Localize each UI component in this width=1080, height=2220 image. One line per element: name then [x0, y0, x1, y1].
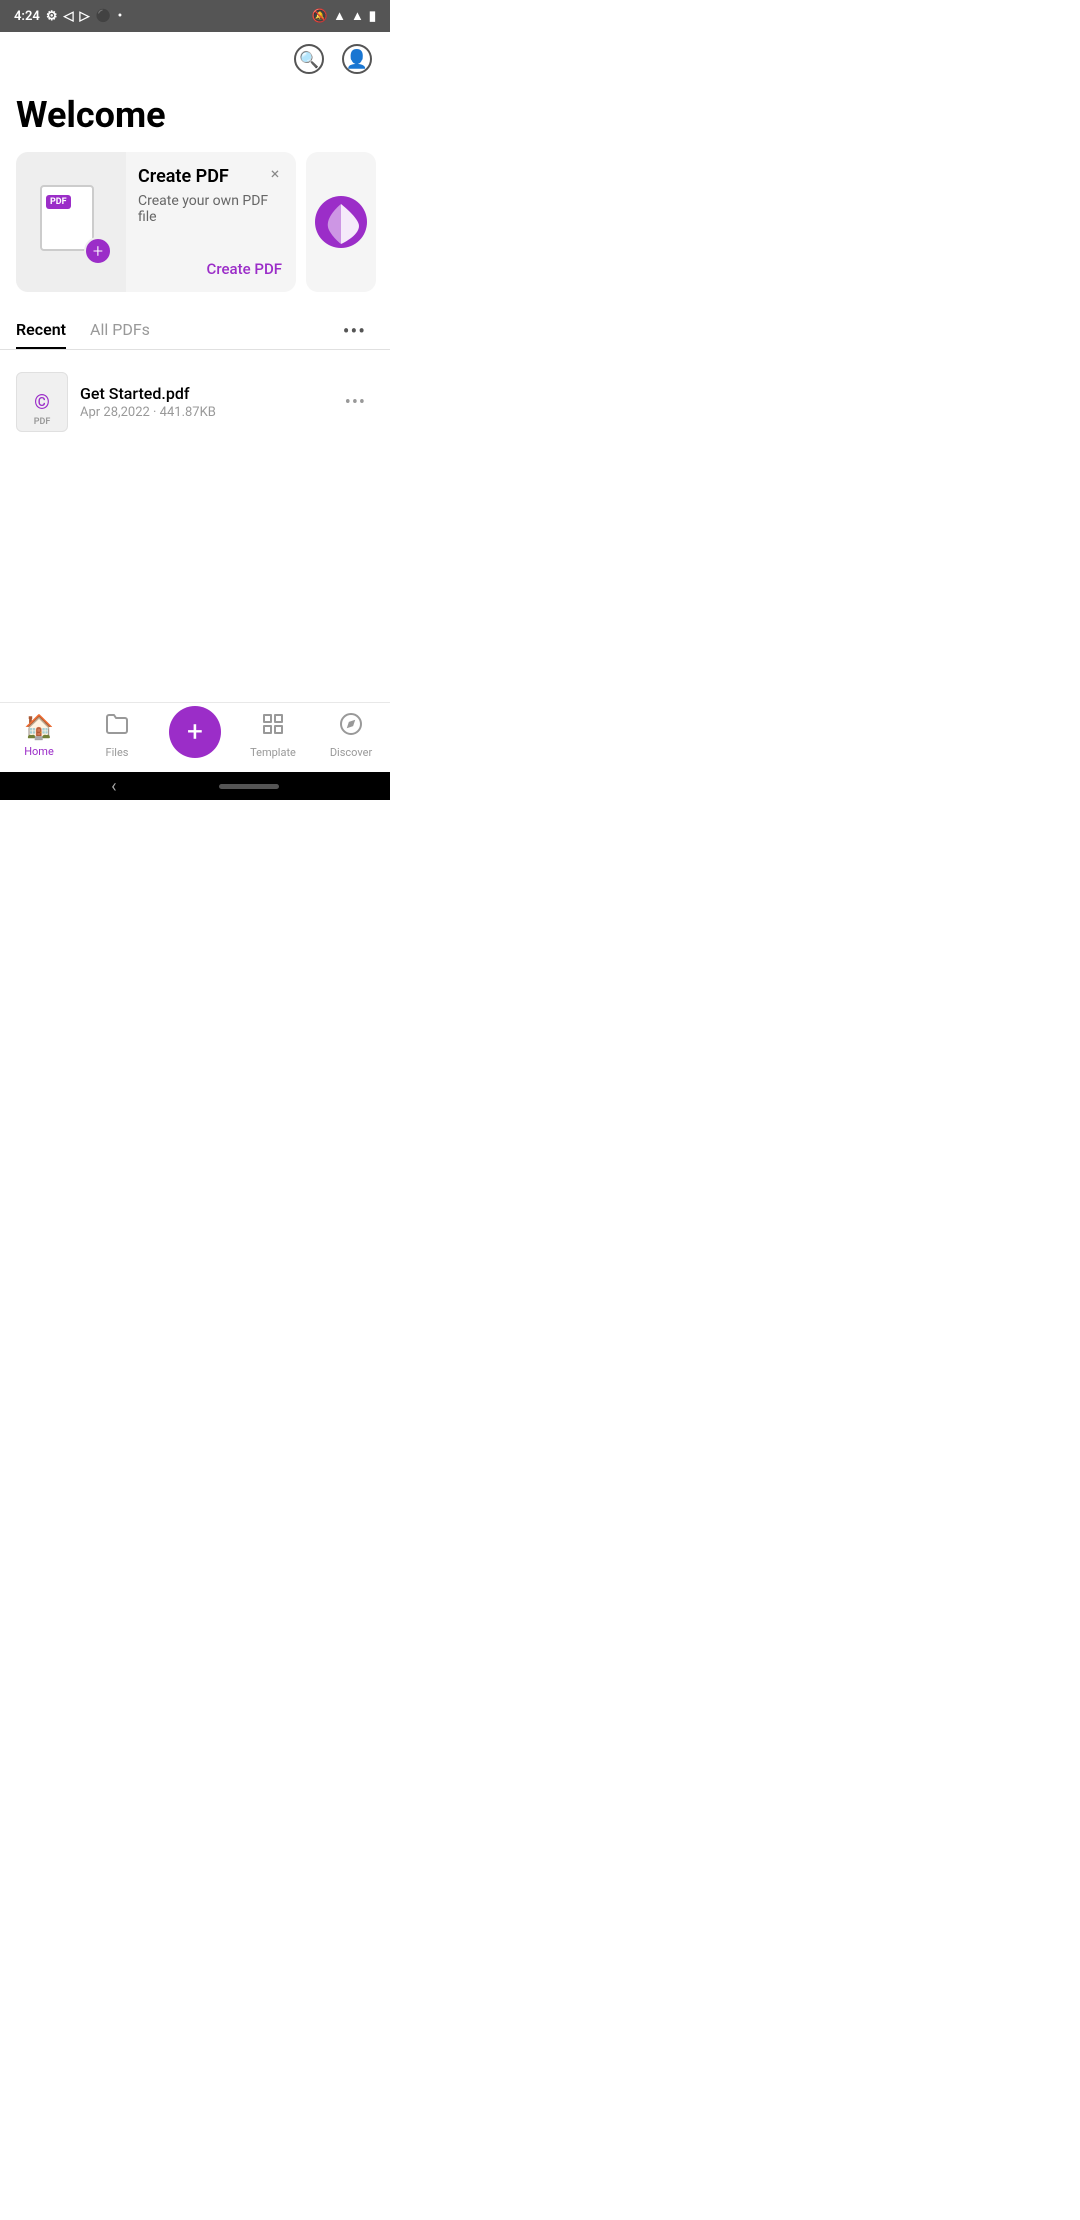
card-content: × Create PDF Create your own PDF file Cr…: [126, 152, 296, 292]
mute-icon: 🔕: [312, 9, 328, 24]
cards-row: PDF + × Create PDF Create your own PDF f…: [0, 152, 390, 292]
nav-home-label: Home: [24, 745, 54, 758]
nav-add[interactable]: +: [165, 706, 225, 766]
profile-button[interactable]: 👤: [340, 42, 374, 76]
location-off-icon: ◁: [63, 9, 73, 24]
create-pdf-card: PDF + × Create PDF Create your own PDF f…: [16, 152, 296, 292]
partial-logo: [315, 196, 367, 248]
tabs-bar: Recent All PDFs •••: [0, 292, 390, 350]
file-logo-icon: ©: [34, 390, 50, 414]
back-button[interactable]: ‹: [111, 776, 116, 797]
nav-files-label: Files: [106, 746, 129, 759]
create-pdf-button[interactable]: Create PDF: [138, 260, 282, 278]
discover-icon: [339, 712, 363, 742]
wifi-icon: ▲: [333, 8, 346, 24]
pdf-create-icon: PDF +: [40, 185, 102, 259]
whatsapp-icon: ⚫: [95, 9, 111, 24]
gesture-bar: ‹: [0, 772, 390, 800]
file-meta: Apr 28,2022 · 441.87KB: [80, 405, 325, 420]
gear-icon: ⚙: [46, 9, 58, 24]
table-row[interactable]: © PDF Get Started.pdf Apr 28,2022 · 441.…: [16, 360, 374, 444]
nav-home[interactable]: 🏠 Home: [9, 713, 69, 758]
nav-discover-label: Discover: [330, 746, 372, 759]
close-button[interactable]: ×: [264, 162, 286, 184]
battery-icon: ▮: [369, 9, 376, 24]
pdf-label: PDF: [46, 195, 71, 209]
plus-add-icon: +: [187, 718, 203, 746]
plus-icon: +: [84, 237, 112, 265]
file-name: Get Started.pdf: [80, 384, 325, 403]
avatar-icon: 👤: [342, 44, 372, 74]
signal-icon: ▲: [351, 8, 364, 24]
search-icon: 🔍: [294, 44, 324, 74]
file-ext-label: PDF: [34, 417, 51, 427]
top-bar: 🔍 👤: [0, 32, 390, 86]
status-right: 🔕 ▲ ▲ ▮: [312, 8, 376, 24]
status-time: 4:24: [14, 9, 40, 24]
nav-template[interactable]: Template: [243, 712, 303, 759]
tabs-more-button[interactable]: •••: [335, 315, 374, 347]
page-title: Welcome: [0, 86, 390, 152]
tabs-left: Recent All PDFs: [16, 312, 174, 349]
card-title: Create PDF: [138, 166, 282, 187]
template-icon: [261, 712, 285, 742]
file-more-button[interactable]: •••: [337, 388, 374, 417]
card-icon-area: PDF +: [16, 152, 126, 292]
gesture-pill: [219, 784, 279, 789]
file-info: Get Started.pdf Apr 28,2022 · 441.87KB: [80, 384, 325, 420]
dot-icon: •: [118, 9, 123, 24]
status-left: 4:24 ⚙ ◁ ▷ ⚫ •: [14, 9, 122, 24]
partial-card: [306, 152, 376, 292]
nav-discover[interactable]: Discover: [321, 712, 381, 759]
files-icon: [105, 712, 129, 742]
home-icon: 🏠: [24, 713, 54, 741]
card-description: Create your own PDF file: [138, 193, 282, 225]
search-button[interactable]: 🔍: [292, 42, 326, 76]
add-button[interactable]: +: [169, 706, 221, 758]
file-thumbnail: © PDF: [16, 372, 68, 432]
bottom-nav: 🏠 Home Files + Template: [0, 702, 390, 772]
nav-files[interactable]: Files: [87, 712, 147, 759]
file-list: © PDF Get Started.pdf Apr 28,2022 · 441.…: [0, 350, 390, 454]
status-bar: 4:24 ⚙ ◁ ▷ ⚫ • 🔕 ▲ ▲ ▮: [0, 0, 390, 32]
nav-template-label: Template: [250, 746, 296, 759]
tab-recent[interactable]: Recent: [16, 312, 66, 349]
send-icon: ▷: [79, 9, 89, 24]
tab-all-pdfs[interactable]: All PDFs: [90, 312, 150, 349]
